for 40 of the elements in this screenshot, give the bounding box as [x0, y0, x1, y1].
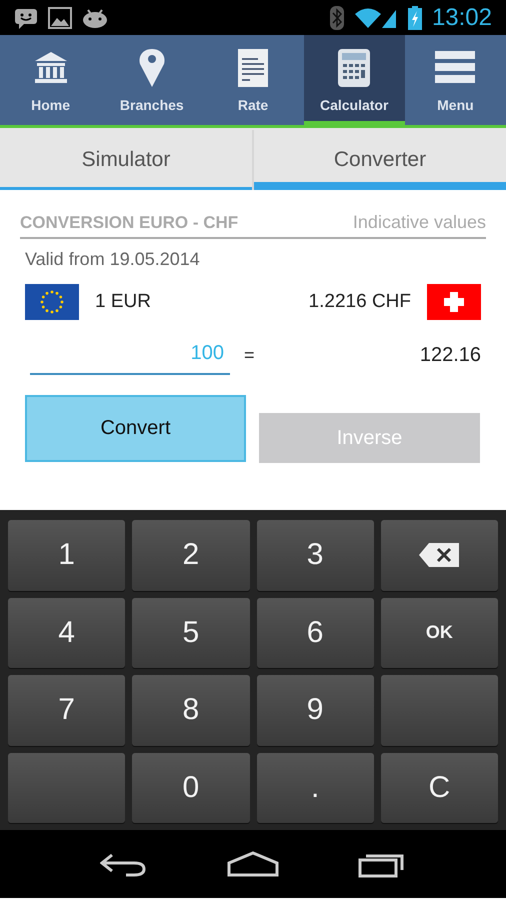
section-title: CONVERSION EURO - CHF [20, 212, 238, 232]
keypad-key[interactable]: 7 [8, 675, 126, 746]
equals-sign: = [244, 345, 255, 366]
keypad-key[interactable]: C [380, 752, 498, 823]
keypad-key[interactable]: 0 [132, 752, 250, 823]
keypad-key[interactable]: 6 [256, 598, 374, 668]
bluetooth-icon [330, 6, 344, 30]
swiss-flag-icon [427, 284, 481, 320]
nav-tab[interactable]: Home [0, 35, 102, 125]
chat-icon [14, 6, 38, 28]
backspace-icon [419, 543, 460, 568]
currency-amount: 1 EUR [95, 291, 151, 313]
keypad-key[interactable]: 3 [256, 520, 374, 590]
keypad-key[interactable]: 8 [132, 675, 250, 746]
result-value: 122.16 [420, 344, 482, 367]
convert-button[interactable]: Convert [25, 395, 246, 462]
currency-amount: 1.2216 CHF [308, 291, 411, 313]
battery-icon [408, 6, 422, 30]
validity-date: Valid from 19.05.2014 [24, 248, 201, 270]
home-icon[interactable] [226, 851, 279, 877]
nav-tab[interactable]: Rate [202, 35, 304, 125]
nav-tab[interactable]: Menu [404, 35, 506, 125]
eu-flag-icon [25, 284, 79, 320]
keypad-key[interactable]: 5 [132, 598, 250, 668]
keypad-key[interactable]: 9 [256, 675, 374, 746]
clock: 13:02 [432, 4, 492, 32]
wifi-signal-icon [354, 6, 398, 30]
tab[interactable]: Simulator [0, 130, 254, 190]
nav-tab[interactable]: Calculator [304, 35, 405, 125]
keypad-key[interactable]: 2 [132, 520, 250, 590]
section-note: Indicative values [352, 212, 486, 233]
keypad-key[interactable]: . [256, 752, 374, 823]
nav-tab[interactable]: Branches [101, 35, 202, 125]
back-icon[interactable] [100, 851, 148, 877]
android-icon [82, 6, 108, 28]
keypad-key[interactable]: OK [380, 598, 498, 668]
backspace-key[interactable] [380, 520, 498, 590]
image-icon [48, 6, 72, 28]
keypad-key[interactable]: 1 [8, 520, 126, 590]
keypad-key[interactable]: 4 [8, 598, 126, 668]
